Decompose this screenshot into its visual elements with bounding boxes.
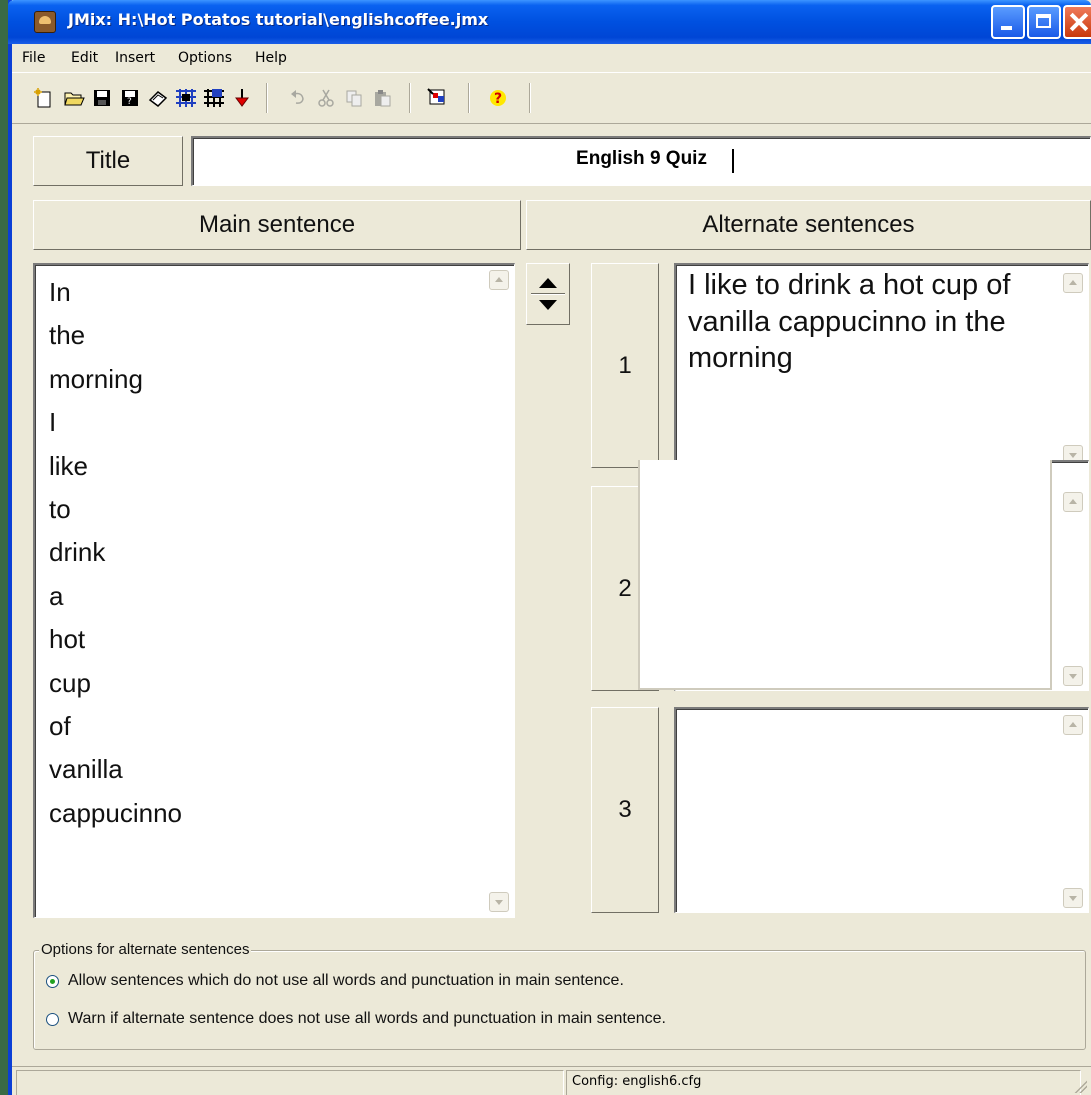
title-input-value: English 9 Quiz bbox=[576, 148, 707, 169]
main-scroll-down-arrow[interactable] bbox=[489, 892, 509, 912]
menu-edit[interactable]: Edit bbox=[71, 50, 98, 66]
main-scroll-up-arrow[interactable] bbox=[489, 270, 509, 290]
alternate-1-textarea[interactable]: I like to drink a hot cup of vanilla cap… bbox=[674, 263, 1089, 468]
main-sentence-word: a bbox=[49, 580, 64, 611]
alt3-scroll-down-arrow[interactable] bbox=[1063, 888, 1083, 908]
alternate-3-textarea[interactable] bbox=[674, 707, 1089, 913]
redraw-artifact-box bbox=[638, 460, 1052, 690]
main-sentence-word: morning bbox=[49, 363, 143, 394]
allow-option-row[interactable]: Allow sentences which do not use all wor… bbox=[46, 972, 624, 990]
alt3-scroll-up-arrow[interactable] bbox=[1063, 715, 1083, 735]
svg-text:?: ? bbox=[127, 97, 132, 107]
open-folder-icon[interactable] bbox=[62, 86, 86, 110]
alternate-sentences-header: Alternate sentences bbox=[526, 200, 1091, 250]
text-caret bbox=[732, 149, 734, 173]
menu-insert[interactable]: Insert bbox=[115, 50, 155, 66]
cut-icon[interactable] bbox=[314, 86, 338, 110]
status-panel-config: Config: english6.cfg bbox=[566, 1070, 1081, 1095]
toolbar-separator bbox=[409, 83, 410, 113]
menu-bar: File Edit Insert Options Help bbox=[12, 44, 1091, 72]
svg-text:?: ? bbox=[494, 91, 502, 107]
reorder-divider bbox=[531, 293, 565, 294]
alt1-scroll-up-arrow[interactable] bbox=[1063, 273, 1083, 293]
eraser-icon[interactable] bbox=[146, 86, 170, 110]
main-sentence-textarea[interactable]: In the morning Ilike to drink a hot cup of vanilla… bbox=[33, 263, 515, 918]
undo-icon[interactable] bbox=[286, 86, 310, 110]
menu-options[interactable]: Options bbox=[178, 50, 232, 66]
menu-file[interactable]: File bbox=[22, 50, 45, 66]
warn-option-label[interactable]: Warn if alternate sentence does not use … bbox=[68, 1010, 666, 1028]
resize-grip[interactable] bbox=[1073, 1079, 1087, 1093]
title-input[interactable]: English 9 Quiz bbox=[191, 136, 1091, 186]
toolbar-separator bbox=[468, 83, 469, 113]
warn-option-row[interactable]: Warn if alternate sentence does not use … bbox=[46, 1010, 666, 1028]
main-sentence-word: vanilla bbox=[49, 754, 123, 785]
move-down-icon[interactable] bbox=[539, 300, 557, 310]
main-sentence-word: hot bbox=[49, 624, 86, 655]
main-sentence-word: drink bbox=[49, 537, 106, 568]
config-status: Config: english6.cfg bbox=[572, 1074, 702, 1089]
create-web-page-icon[interactable] bbox=[174, 86, 198, 110]
create-web-page-v6-icon[interactable] bbox=[202, 86, 226, 110]
new-file-icon[interactable] bbox=[32, 86, 56, 110]
window-title: JMix: H:\Hot Potatos tutorial\englishcof… bbox=[68, 10, 489, 29]
title-bar[interactable]: JMix: H:\Hot Potatos tutorial\englishcof… bbox=[8, 0, 1091, 44]
paste-icon[interactable] bbox=[370, 86, 394, 110]
close-button[interactable] bbox=[1063, 5, 1091, 39]
save-as-icon[interactable]: ? bbox=[118, 86, 142, 110]
maximize-button[interactable] bbox=[1027, 5, 1061, 39]
move-up-icon[interactable] bbox=[539, 278, 557, 288]
alternate-1-number-button[interactable]: 1 bbox=[591, 263, 659, 468]
allow-option-label[interactable]: Allow sentences which do not use all wor… bbox=[68, 972, 624, 990]
warn-radio[interactable] bbox=[46, 1012, 59, 1026]
main-sentence-word: of bbox=[49, 711, 71, 742]
reorder-buttons[interactable] bbox=[526, 263, 570, 325]
main-sentence-words: In the morning Ilike to drink a hot cup of vanilla… bbox=[49, 271, 182, 835]
copy-icon[interactable] bbox=[342, 86, 366, 110]
jmix-window: JMix: H:\Hot Potatos tutorial\englishcof… bbox=[8, 0, 1091, 1095]
toolbar-separator bbox=[266, 83, 267, 113]
status-bar: Config: english6.cfg bbox=[12, 1066, 1091, 1095]
main-sentence-header: Main sentence bbox=[33, 200, 521, 250]
alt2-scroll-up-arrow[interactable] bbox=[1063, 492, 1083, 512]
allow-radio[interactable] bbox=[46, 974, 59, 988]
menu-help[interactable]: Help bbox=[255, 50, 287, 66]
export-icon[interactable] bbox=[230, 86, 254, 110]
options-group: Options for alternate sentences Allow se… bbox=[33, 941, 1086, 1050]
main-sentence-word: cappucinno bbox=[49, 797, 182, 828]
main-sentence-word: In bbox=[49, 277, 71, 307]
help-icon[interactable]: ? bbox=[486, 86, 510, 110]
alternate-3-number-button[interactable]: 3 bbox=[591, 707, 659, 913]
save-icon[interactable] bbox=[90, 86, 114, 110]
options-legend: Options for alternate sentences bbox=[39, 941, 252, 958]
main-sentence-word: I bbox=[49, 407, 57, 438]
title-label-button[interactable]: Title bbox=[33, 136, 183, 186]
alternate-1-text: I like to drink a hot cup of vanilla cap… bbox=[688, 269, 1011, 374]
main-sentence-word: like bbox=[49, 450, 89, 481]
jmix-app-icon[interactable] bbox=[34, 11, 56, 33]
toolbar: ? ? bbox=[12, 72, 1091, 124]
masher-icon[interactable] bbox=[426, 86, 450, 110]
main-sentence-word: cup bbox=[49, 667, 91, 698]
toolbar-separator bbox=[529, 83, 530, 113]
minimize-button[interactable] bbox=[991, 5, 1025, 39]
alt2-scroll-down-arrow[interactable] bbox=[1063, 666, 1083, 686]
status-panel-empty bbox=[16, 1070, 564, 1095]
main-sentence-word: the bbox=[49, 320, 86, 351]
main-sentence-word: to bbox=[49, 494, 71, 525]
